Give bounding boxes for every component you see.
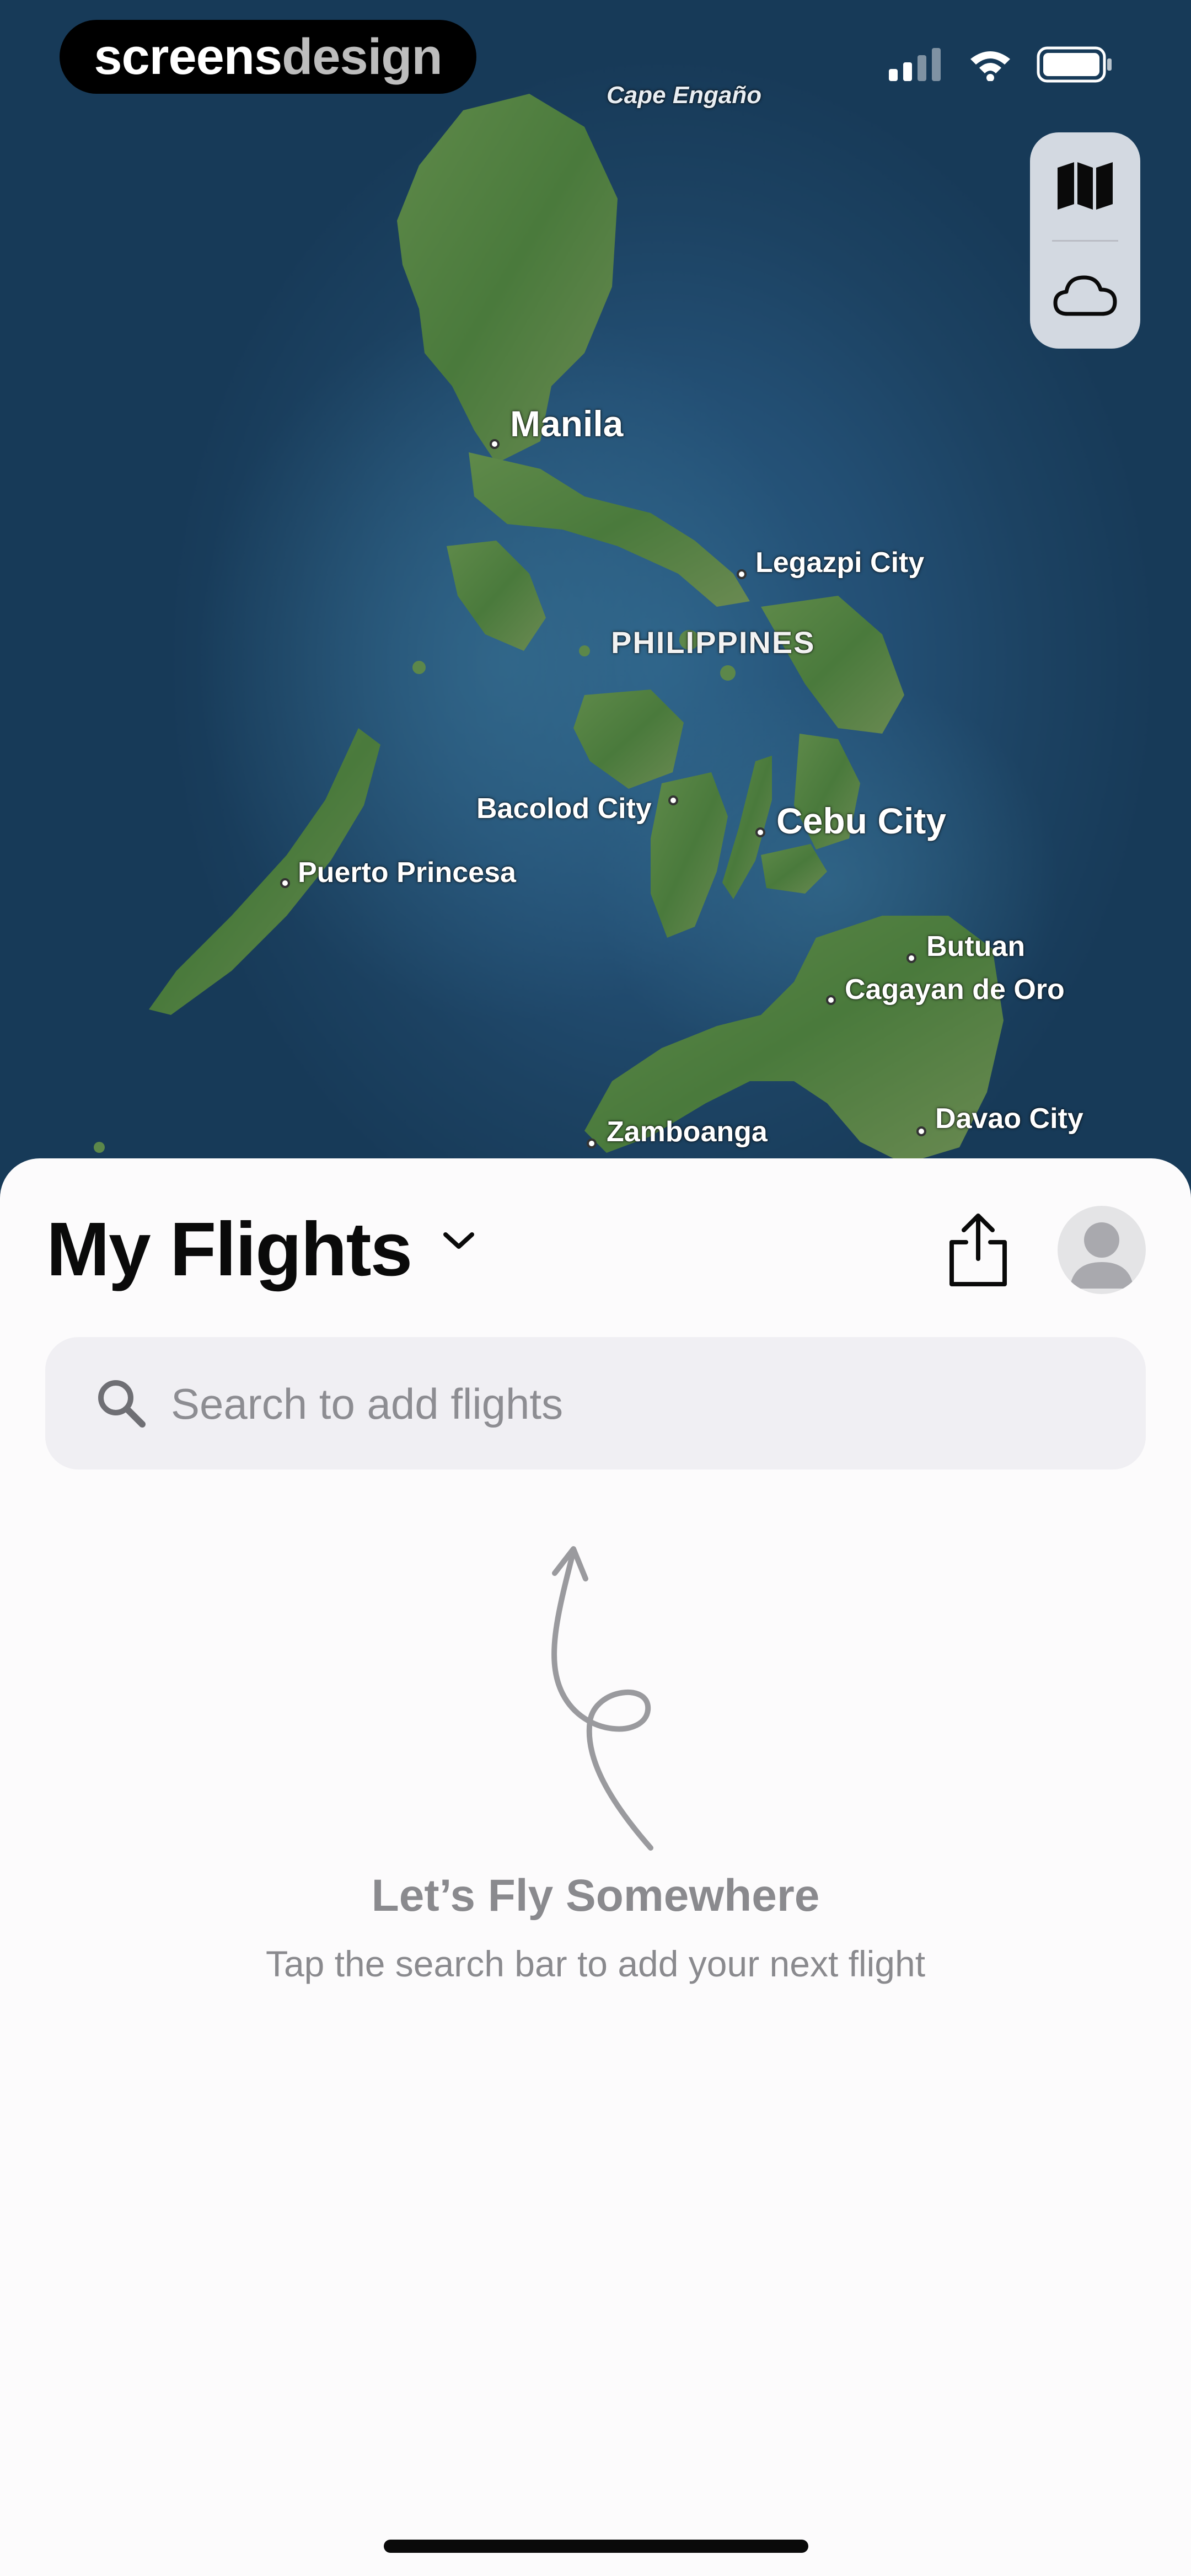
map-label-bacolod[interactable]: Bacolod City <box>476 792 652 825</box>
share-button[interactable] <box>944 1211 1012 1289</box>
cloud-icon <box>1053 275 1117 316</box>
app-screen: Cape Engaño Manila Legazpi City PHILIPPI… <box>0 0 1191 2576</box>
battery-icon <box>1037 46 1112 83</box>
map-label-butuan[interactable]: Butuan <box>926 930 1025 963</box>
map-label-puerto-princesa[interactable]: Puerto Princesa <box>298 856 516 889</box>
map-controls <box>1030 132 1140 349</box>
map-label-davao[interactable]: Davao City <box>935 1102 1083 1135</box>
status-icons <box>889 46 1114 83</box>
map-label-legazpi[interactable]: Legazpi City <box>755 546 924 579</box>
city-marker-puerto-princesa[interactable] <box>280 878 290 888</box>
city-marker-legazpi[interactable] <box>737 569 747 579</box>
city-marker-butuan[interactable] <box>906 953 916 963</box>
page-title[interactable]: My Flights <box>46 1203 412 1296</box>
map-style-button[interactable] <box>1030 132 1140 240</box>
city-marker-cagayan[interactable] <box>826 995 836 1005</box>
search-icon <box>98 1380 146 1428</box>
weather-layer-button[interactable] <box>1030 242 1140 349</box>
search-input[interactable] <box>170 1337 1109 1471</box>
chevron-down-icon[interactable] <box>441 1230 476 1252</box>
empty-state-title: Let’s Fly Somewhere <box>371 1870 820 1921</box>
cellular-signal-icon <box>889 48 941 81</box>
empty-state-subtitle: Tap the search bar to add your next flig… <box>265 1943 926 1984</box>
person-icon <box>1070 1222 1134 1289</box>
home-indicator[interactable] <box>384 2540 808 2553</box>
map-label-philippines: PHILIPPINES <box>611 625 816 660</box>
map-label-cape-engano: Cape Engaño <box>607 82 762 109</box>
map-icon <box>1058 162 1113 210</box>
brand-text-screens: screens <box>94 28 282 85</box>
map-label-manila[interactable]: Manila <box>510 403 623 445</box>
profile-avatar[interactable] <box>1058 1206 1146 1294</box>
city-marker-bacolod[interactable] <box>668 795 678 805</box>
arrow-doodle-icon <box>551 1546 653 1851</box>
wifi-icon <box>970 51 1010 81</box>
map-terrain <box>94 94 1059 1187</box>
search-bar[interactable] <box>45 1337 1146 1471</box>
city-marker-cebu[interactable] <box>755 827 765 837</box>
brand-text-design: design <box>282 28 442 85</box>
city-marker-davao[interactable] <box>916 1126 926 1136</box>
city-marker-manila[interactable] <box>490 439 500 449</box>
brand-badge: screens design <box>60 20 476 94</box>
map-view[interactable]: Cape Engaño Manila Legazpi City PHILIPPI… <box>0 0 1191 1191</box>
map-label-zamboanga[interactable]: Zamboanga <box>607 1115 768 1148</box>
map-label-cagayan[interactable]: Cagayan de Oro <box>845 973 1065 1006</box>
city-marker-zamboanga[interactable] <box>587 1139 597 1148</box>
map-label-cebu[interactable]: Cebu City <box>776 800 946 842</box>
